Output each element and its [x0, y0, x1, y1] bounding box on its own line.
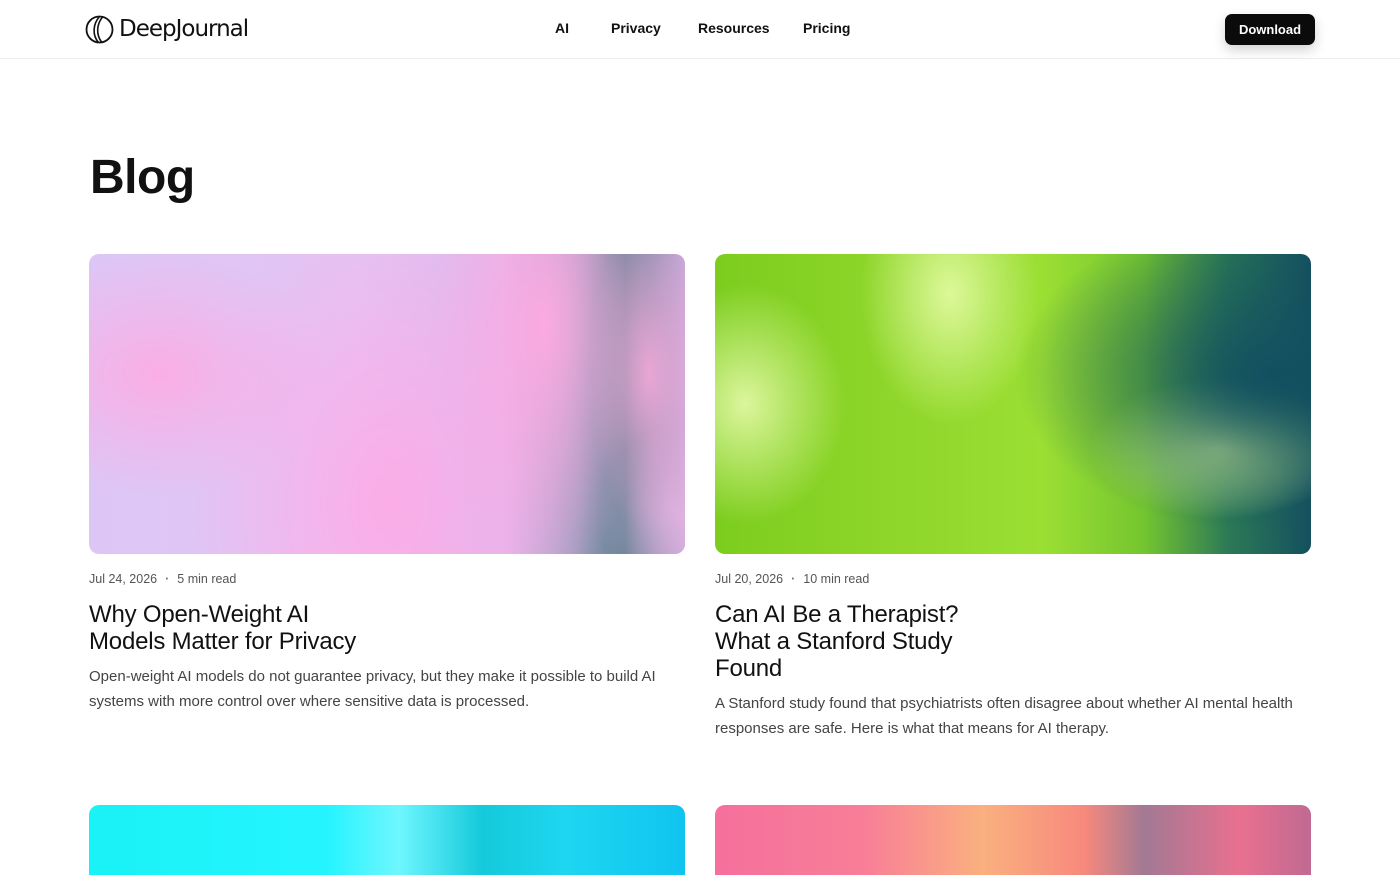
post-thumbnail[interactable]: [89, 805, 685, 875]
post-read-time: 10 min read: [803, 572, 870, 586]
nav-item-privacy[interactable]: Privacy: [611, 20, 661, 36]
meta-separator: ·: [791, 572, 796, 586]
blog-post-card[interactable]: [89, 805, 685, 875]
brand-name: DeepJournal: [119, 16, 249, 42]
blog-post-card[interactable]: Jul 20, 2026 · 10 min read Can AI Be a T…: [715, 254, 1311, 741]
nav-item-resources[interactable]: Resources: [698, 20, 770, 36]
nav-item-pricing[interactable]: Pricing: [803, 20, 850, 36]
post-read-time: 5 min read: [177, 572, 237, 586]
blog-post-card[interactable]: [715, 805, 1311, 875]
meta-separator: ·: [165, 572, 170, 586]
post-thumbnail[interactable]: [715, 805, 1311, 875]
post-excerpt: A Stanford study found that psychiatrist…: [715, 695, 1293, 737]
logo-mark-icon: [85, 15, 114, 43]
site-header: DeepJournal AI Privacy Resources Pricing…: [0, 0, 1400, 59]
post-excerpt: Open-weight AI models do not guarantee p…: [89, 668, 656, 710]
download-button[interactable]: Download: [1225, 14, 1315, 45]
blog-post-card[interactable]: Jul 24, 2026 · 5 min read Why Open-Weigh…: [89, 254, 685, 714]
post-thumbnail[interactable]: [89, 254, 685, 554]
post-date: Jul 24, 2026: [89, 572, 158, 586]
post-meta: Jul 20, 2026 · 10 min read: [715, 572, 1311, 586]
nav-item-ai[interactable]: AI: [555, 20, 569, 36]
brand-logo[interactable]: DeepJournal: [85, 14, 249, 44]
post-title[interactable]: Why Open-Weight AI Models Matter for Pri…: [89, 601, 389, 655]
post-thumbnail[interactable]: [715, 254, 1311, 554]
post-meta: Jul 24, 2026 · 5 min read: [89, 572, 685, 586]
post-date: Jul 20, 2026: [715, 572, 784, 586]
post-title[interactable]: Can AI Be a Therapist? What a Stanford S…: [715, 601, 985, 682]
page-title: Blog: [90, 151, 195, 204]
